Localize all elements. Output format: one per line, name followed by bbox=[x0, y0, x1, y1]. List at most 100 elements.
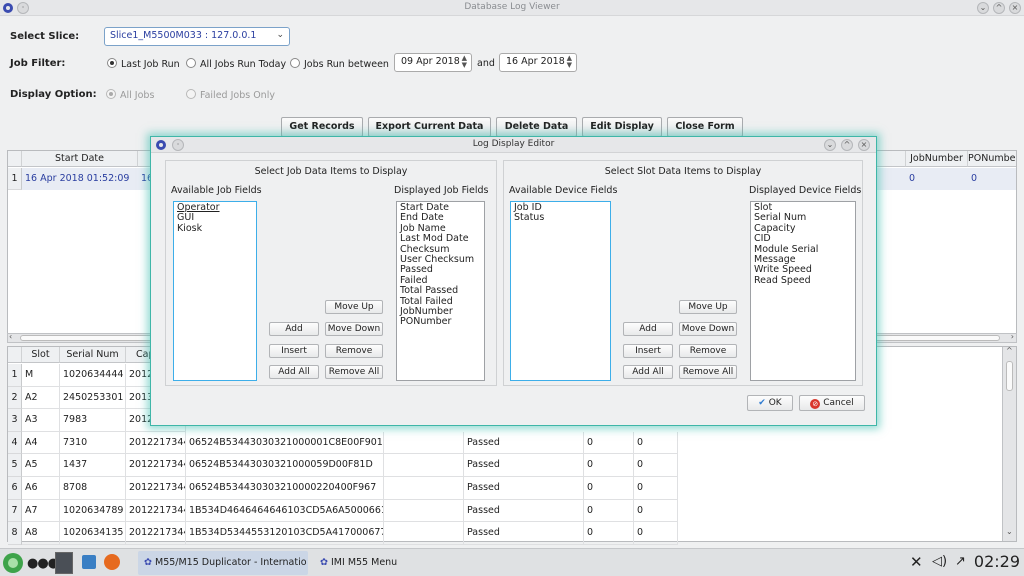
cancel-icon: ⊘ bbox=[810, 399, 821, 409]
task-imi-m55-menu[interactable]: ✿ IMI M55 Menu bbox=[316, 551, 416, 575]
device-remove-button[interactable]: Remove bbox=[679, 344, 737, 358]
minimize-icon[interactable]: ⌄ bbox=[977, 2, 989, 14]
select-slice-label: Select Slice: bbox=[10, 31, 80, 42]
device-move-up-button[interactable]: Move Up bbox=[679, 300, 737, 314]
cell-cid: 06524B53443030321000001C8E00F901 bbox=[186, 431, 384, 455]
cell-job-number: 0 bbox=[909, 173, 916, 184]
cell-a: 0 bbox=[584, 499, 634, 523]
dialog-titlebar: · Log Display Editor ⌄ ^ × bbox=[151, 137, 876, 153]
cell-empty bbox=[384, 431, 464, 455]
close-form-button[interactable]: Close Form bbox=[667, 117, 743, 137]
job-move-up-button[interactable]: Move Up bbox=[325, 300, 383, 314]
device-remove-all-button[interactable]: Remove All bbox=[679, 365, 737, 379]
row-number: 6 bbox=[8, 477, 22, 500]
row-number: 4 bbox=[8, 431, 22, 455]
col-header-slot[interactable]: Slot bbox=[22, 347, 60, 363]
col-header-start-date[interactable]: Start Date bbox=[22, 151, 138, 167]
export-current-data-button[interactable]: Export Current Data bbox=[368, 117, 491, 137]
spinner-arrows-icon[interactable]: ▲ ▼ bbox=[462, 55, 467, 69]
desktop-pager-icon[interactable] bbox=[55, 552, 73, 574]
minimize-icon[interactable]: ⌄ bbox=[824, 139, 836, 151]
app-launcher-icon[interactable] bbox=[2, 552, 24, 574]
network-icon[interactable]: ↗ bbox=[955, 554, 966, 569]
task-label: IMI M55 Menu bbox=[331, 557, 398, 568]
more-dots-icon[interactable]: ●●● bbox=[27, 556, 59, 571]
spinner-arrows-icon[interactable]: ▲ ▼ bbox=[567, 55, 572, 69]
cell-cid: 1B534D4646464646103CD5A6A5000661 bbox=[186, 499, 384, 523]
col-header-po-number[interactable]: PONumbe bbox=[968, 151, 1016, 167]
radio-indicator bbox=[106, 89, 116, 99]
available-device-fields-list[interactable]: Job ID Status bbox=[510, 201, 611, 381]
list-item[interactable]: Read Speed bbox=[754, 275, 852, 286]
date-from-spinner[interactable]: 09 Apr 2018 ▲ ▼ bbox=[394, 53, 472, 72]
cell-serial: 1437 bbox=[60, 454, 126, 477]
device-move-down-button[interactable]: Move Down bbox=[679, 322, 737, 336]
log-display-editor-dialog: · Log Display Editor ⌄ ^ × Select Job Da… bbox=[150, 136, 877, 426]
close-icon[interactable]: × bbox=[858, 139, 870, 151]
available-job-fields-list[interactable]: Operator GUI Kiosk bbox=[173, 201, 257, 381]
row-number: 1 bbox=[8, 168, 22, 190]
cancel-button[interactable]: ⊘ Cancel bbox=[799, 395, 865, 411]
cell-a: 0 bbox=[584, 522, 634, 545]
radio-all-jobs-today[interactable]: All Jobs Run Today bbox=[186, 58, 286, 70]
file-manager-icon[interactable] bbox=[82, 555, 96, 569]
radio-all-jobs[interactable]: All Jobs bbox=[106, 89, 154, 101]
device-insert-button[interactable]: Insert bbox=[623, 344, 673, 358]
col-header-job-number[interactable]: JobNumber bbox=[906, 151, 968, 167]
cell-a: 0 bbox=[584, 454, 634, 477]
cell-po-number: 0 bbox=[971, 173, 978, 184]
task-m55-duplicator[interactable]: ✿ M55/M15 Duplicator - Internatio bbox=[138, 551, 308, 575]
list-item[interactable]: Status bbox=[514, 212, 607, 223]
vertical-scrollbar[interactable]: ^ ⌄ bbox=[1002, 346, 1016, 541]
device-add-all-button[interactable]: Add All bbox=[623, 365, 673, 379]
cell-b: 0 bbox=[634, 499, 678, 523]
scroll-left-icon[interactable]: ‹ bbox=[9, 332, 12, 341]
job-add-button[interactable]: Add bbox=[269, 322, 319, 336]
cell-slot: A4 bbox=[22, 431, 60, 455]
device-add-button[interactable]: Add bbox=[623, 322, 673, 336]
job-move-down-button[interactable]: Move Down bbox=[325, 322, 383, 336]
cell-serial: 7310 bbox=[60, 431, 126, 455]
radio-failed-jobs-only[interactable]: Failed Jobs Only bbox=[186, 89, 275, 101]
slice-select[interactable]: Slice1_M5500M033 : 127.0.0.1 ⌄ bbox=[104, 27, 290, 46]
available-job-fields-label: Available Job Fields bbox=[171, 185, 262, 196]
edit-display-button[interactable]: Edit Display bbox=[582, 117, 662, 137]
radio-indicator bbox=[186, 58, 196, 68]
and-label: and bbox=[477, 58, 495, 69]
firefox-icon[interactable] bbox=[104, 554, 120, 570]
job-remove-button[interactable]: Remove bbox=[325, 344, 383, 358]
maximize-icon[interactable]: ^ bbox=[993, 2, 1005, 14]
list-item[interactable]: PONumber bbox=[400, 317, 481, 328]
scroll-up-icon[interactable]: ^ bbox=[1006, 346, 1013, 355]
clock: 02:29 bbox=[973, 552, 1020, 571]
date-to-spinner[interactable]: 16 Apr 2018 ▲ ▼ bbox=[499, 53, 577, 72]
volume-icon[interactable]: ◁) bbox=[932, 554, 947, 569]
scrollbar-thumb[interactable] bbox=[1006, 361, 1013, 391]
scroll-down-icon[interactable]: ⌄ bbox=[1006, 527, 1013, 536]
scroll-right-icon[interactable]: › bbox=[1011, 332, 1014, 341]
list-item[interactable]: Kiosk bbox=[177, 223, 253, 234]
cell-serial: 1020634789 bbox=[60, 499, 126, 523]
ok-label: OK bbox=[768, 398, 782, 408]
radio-jobs-between[interactable]: Jobs Run between bbox=[290, 58, 389, 70]
date-from-value: 09 Apr 2018 bbox=[401, 56, 460, 67]
ok-button[interactable]: ✔ OK bbox=[747, 395, 793, 411]
job-remove-all-button[interactable]: Remove All bbox=[325, 365, 383, 379]
maximize-icon[interactable]: ^ bbox=[841, 139, 853, 151]
main-titlebar: · Database Log Viewer ⌄ ^ × bbox=[0, 0, 1024, 16]
displayed-job-fields-list[interactable]: Start Date End Date Job Name Last Mod Date C… bbox=[396, 201, 485, 381]
job-insert-button[interactable]: Insert bbox=[269, 344, 319, 358]
job-add-all-button[interactable]: Add All bbox=[269, 365, 319, 379]
tools-icon[interactable]: ✕ bbox=[910, 553, 923, 571]
cell-status: Passed bbox=[464, 499, 584, 523]
cell-empty bbox=[384, 454, 464, 477]
cell-slot: A6 bbox=[22, 477, 60, 500]
get-records-button[interactable]: Get Records bbox=[281, 117, 363, 137]
col-header-serial-num[interactable]: Serial Num bbox=[60, 347, 126, 363]
displayed-device-fields-list[interactable]: Slot Serial Num Capacity CID Module Serial Me… bbox=[750, 201, 856, 381]
cell-cap: 2012217344 bbox=[126, 454, 186, 477]
close-icon[interactable]: × bbox=[1009, 2, 1021, 14]
delete-data-button[interactable]: Delete Data bbox=[496, 117, 577, 137]
radio-last-job-run[interactable]: Last Job Run bbox=[107, 58, 180, 70]
radio-indicator bbox=[186, 89, 196, 99]
